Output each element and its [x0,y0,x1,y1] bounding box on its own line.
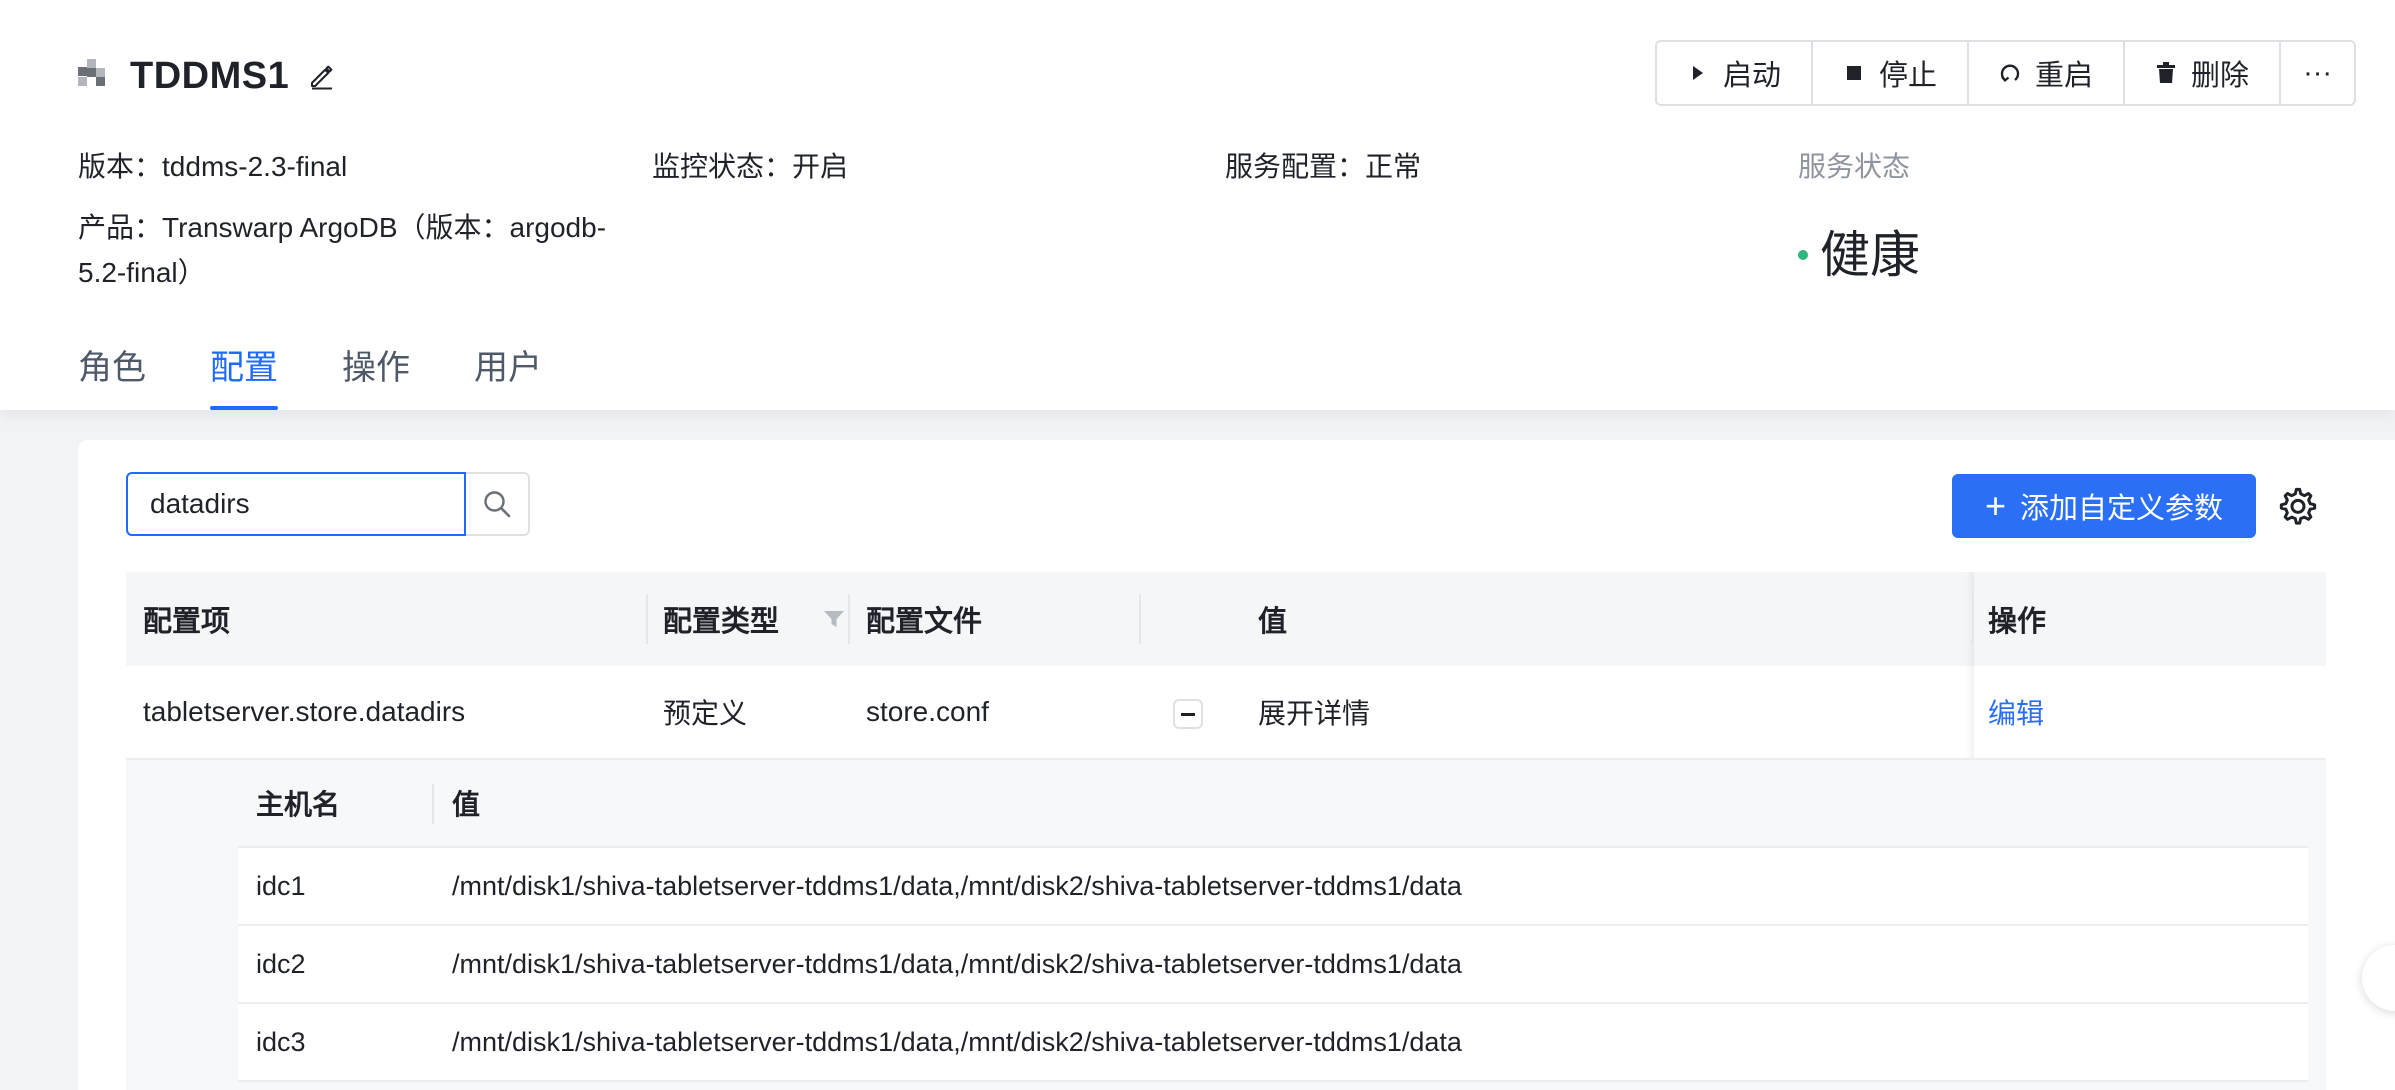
header-host-value: 值 [452,789,481,820]
tab-bar: 角色 配置 操作 用户 [78,340,606,410]
header-config-file: 配置文件 [866,606,983,638]
table-row: idc2 /mnt/disk1/shiva-tabletserver-tddms… [238,926,2308,1004]
play-icon [1687,62,1709,84]
table-row: idc1 /mnt/disk1/shiva-tabletserver-tddms… [238,848,2308,926]
config-panel: + 添加自定义参数 配置项 配置类型 配置文件 值 操作 tabletserve… [78,440,2395,1090]
hostname: idc2 [256,948,306,979]
tab-roles[interactable]: 角色 [78,340,146,410]
version-label: 版本： [78,151,163,182]
table-row: tabletserver.store.datadirs 预定义 store.co… [126,666,2326,760]
edit-title-icon[interactable] [307,61,337,91]
filter-icon[interactable] [823,608,845,630]
host-value: /mnt/disk1/shiva-tabletserver-tddms1/dat… [452,870,1462,901]
config-info: 服务配置：正常 [1225,144,1421,189]
config-type-value: 预定义 [663,698,748,729]
service-status: 健康 [1798,215,1920,287]
host-value: /mnt/disk1/shiva-tabletserver-tddms1/dat… [452,1026,1462,1057]
stop-label: 停止 [1879,60,1938,92]
hostname: idc1 [256,870,306,901]
status-dot-icon [1798,250,1808,260]
search-icon [484,491,511,518]
host-value: /mnt/disk1/shiva-tabletserver-tddms1/dat… [452,948,1462,979]
monitor-info: 监控状态：开启 [652,144,848,189]
search-button[interactable] [466,472,530,536]
product-value-line1: Transwarp ArgoDB（版本：argodb- [162,212,607,243]
plus-icon: + [1984,485,2006,526]
header-config-type: 配置类型 [663,598,845,640]
delete-button[interactable]: 删除 [2125,42,2282,104]
header-value: 值 [1258,606,1288,638]
config-value: 正常 [1365,151,1422,182]
config-file-value: store.conf [866,696,989,727]
product-info: 产品：Transwarp ArgoDB（版本：argodb- 5.2-final… [78,205,606,295]
gear-icon[interactable] [2278,486,2318,526]
header-hostname: 主机名 [256,789,341,820]
header-operations: 操作 [1988,606,2047,638]
stop-icon [1843,62,1865,84]
expanded-details: 主机名 值 idc1 /mnt/disk1/shiva-tabletserver… [126,760,2326,1090]
service-status-label: 服务状态 [1798,151,1911,182]
search-box [126,472,530,536]
title-row: TDDMS1 [78,50,337,102]
expand-details-text: 展开详情 [1258,698,1371,729]
sub-table-header: 主机名 值 [238,760,2308,848]
delete-label: 删除 [2191,60,2250,92]
start-button[interactable]: 启动 [1657,42,1814,104]
monitor-value: 开启 [792,151,849,182]
tab-operations[interactable]: 操作 [342,340,410,410]
config-table: 配置项 配置类型 配置文件 值 操作 tabletserver.store.da… [126,572,2326,1090]
more-icon: ··· [2303,56,2333,89]
start-label: 启动 [1723,60,1782,92]
restart-button[interactable]: 重启 [1969,42,2126,104]
hostname: idc3 [256,1026,306,1057]
table-header: 配置项 配置类型 配置文件 值 操作 [126,572,2326,666]
more-actions-button[interactable]: ··· [2281,42,2354,104]
product-label: 产品： [78,212,163,243]
service-icon [78,59,112,93]
trash-icon [2155,62,2177,84]
tab-users[interactable]: 用户 [474,340,542,410]
config-item-name: tabletserver.store.datadirs [143,696,466,727]
page-title: TDDMS1 [130,54,290,97]
version-info: 版本：tddms-2.3-final [78,144,347,189]
restart-label: 重启 [2035,60,2094,92]
service-status-value: 健康 [1820,227,1920,283]
table-row: idc3 /mnt/disk1/shiva-tabletserver-tddms… [238,1004,2308,1082]
add-custom-param-button[interactable]: + 添加自定义参数 [1952,474,2256,538]
monitor-label: 监控状态： [652,151,793,182]
stop-button[interactable]: 停止 [1813,42,1970,104]
action-button-group: 启动 停止 重启 删除 ··· [1655,40,2357,106]
product-value-line2: 5.2-final） [78,257,206,288]
collapse-row-button[interactable] [1173,699,1203,729]
tab-config[interactable]: 配置 [210,340,278,410]
restart-icon [1999,62,2021,84]
header-config-type-label: 配置类型 [663,606,780,638]
config-label: 服务配置： [1225,151,1366,182]
edit-link[interactable]: 编辑 [1988,692,2044,732]
version-value: tddms-2.3-final [162,151,348,182]
host-value-table: 主机名 值 idc1 /mnt/disk1/shiva-tabletserver… [238,760,2308,1082]
service-header: TDDMS1 启动 停止 重启 删除 ··· 版本：tddms-2.3-fina… [0,0,2395,410]
header-config-item: 配置项 [143,606,231,638]
add-button-label: 添加自定义参数 [2020,493,2224,525]
search-input[interactable] [126,472,466,536]
